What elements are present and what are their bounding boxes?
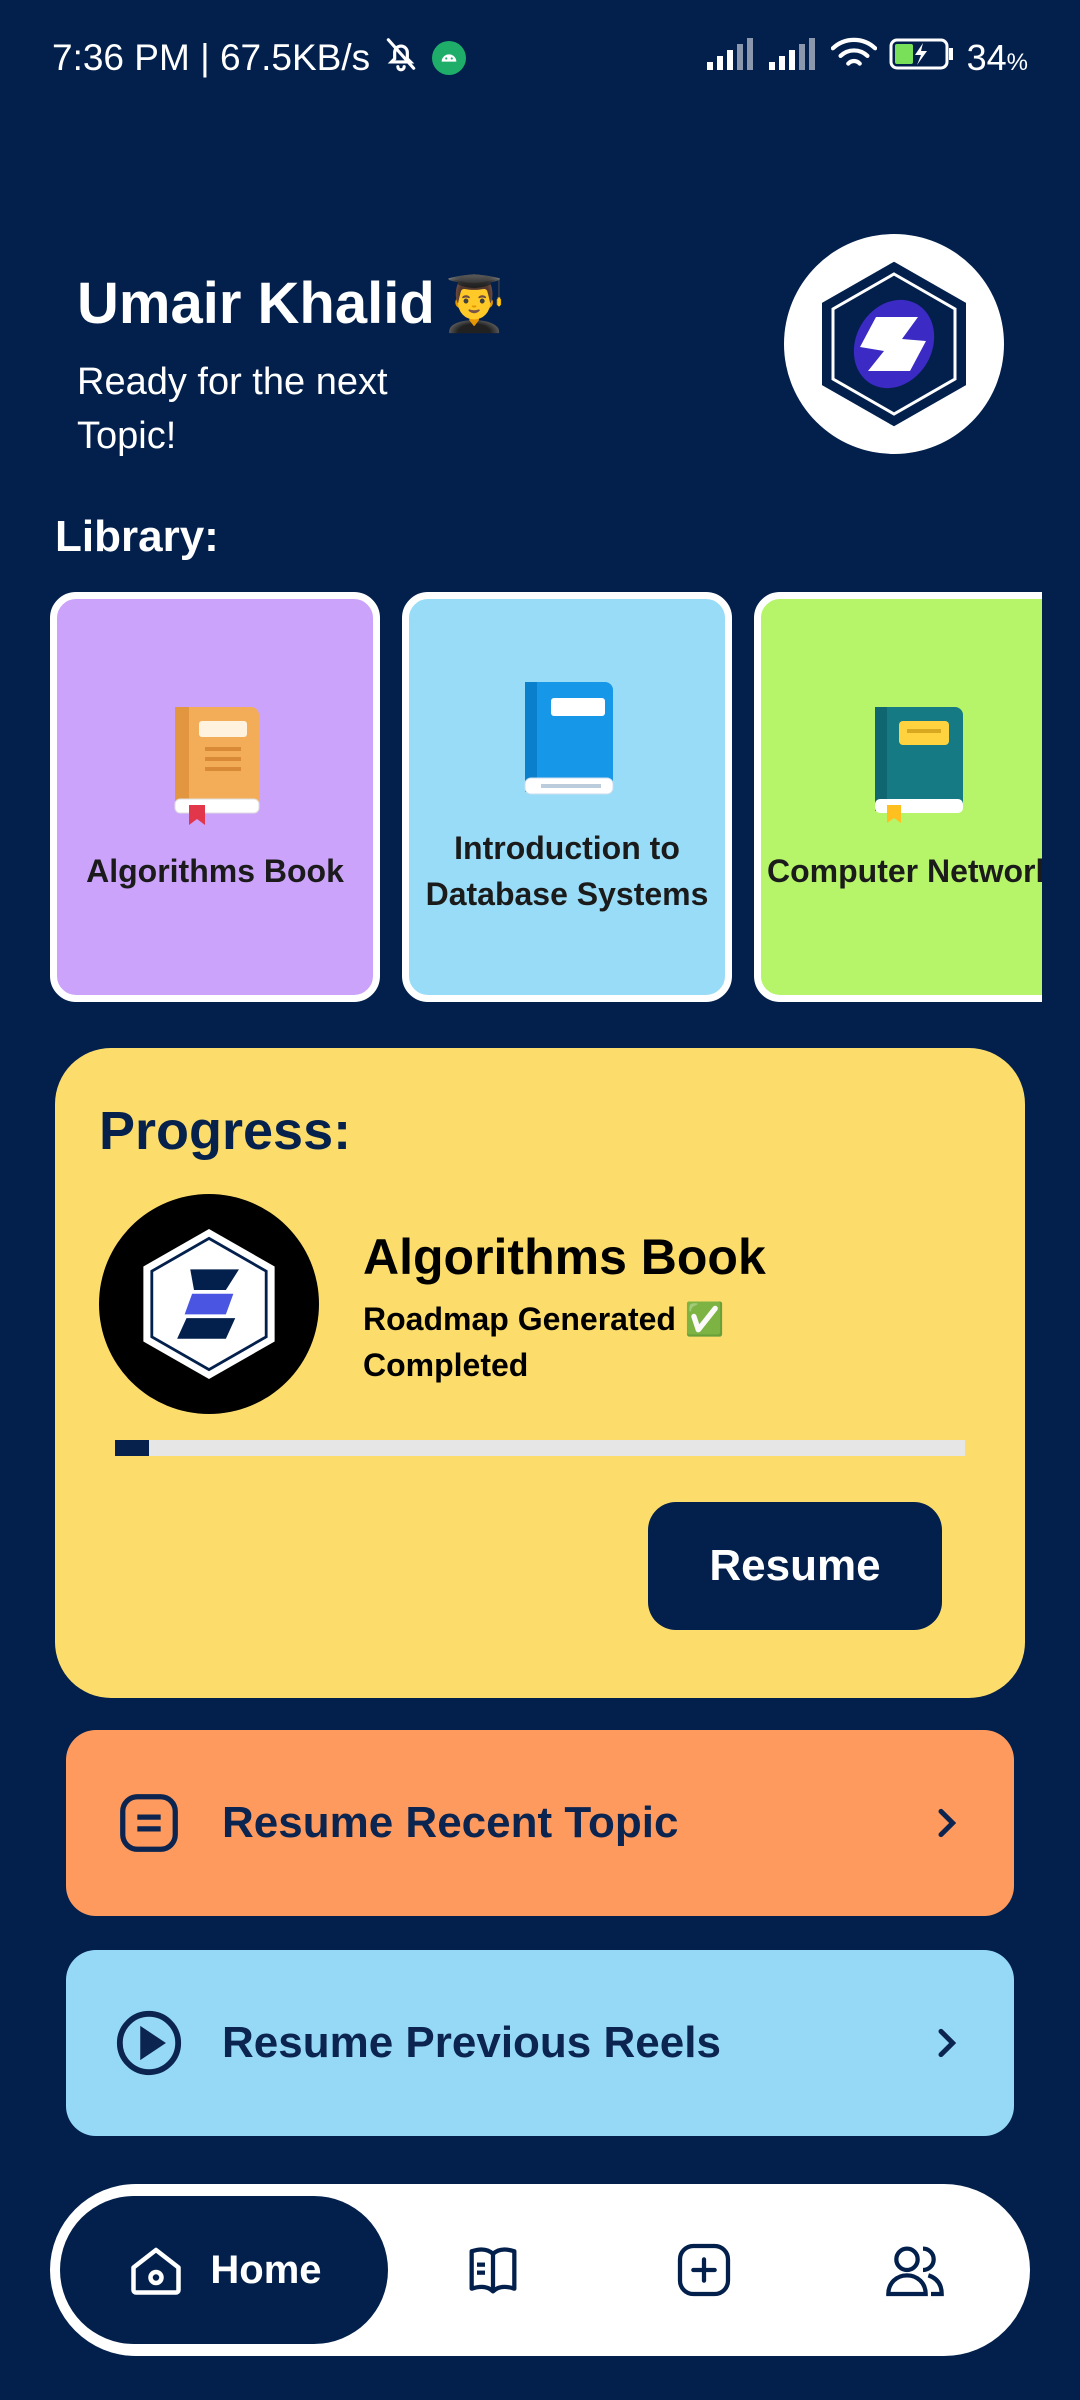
greeting-subtitle: Ready for the next Topic! <box>77 361 388 457</box>
nav-add[interactable] <box>599 2196 810 2344</box>
library-book-card[interactable]: Introduction to Database Systems <box>402 592 732 1002</box>
greeting: Umair Khalid 👨‍🎓 Ready for the next Topi… <box>77 270 508 463</box>
progress-bar-fill <box>115 1440 149 1456</box>
battery-icon <box>889 37 955 80</box>
nav-library[interactable] <box>388 2196 599 2344</box>
add-square-icon <box>677 2243 731 2297</box>
book-open-icon <box>469 2247 517 2294</box>
progress-book-title: Algorithms Book <box>363 1229 766 1285</box>
resume-previous-reels-button[interactable]: Resume Previous Reels <box>66 1950 1014 2136</box>
profile-avatar[interactable] <box>784 234 1004 454</box>
android-icon <box>432 41 467 75</box>
resume-recent-topic-button[interactable]: Resume Recent Topic <box>66 1730 1014 1916</box>
status-roadmap: Roadmap Generated ✅ <box>363 1301 725 1337</box>
teal-book-icon <box>869 701 969 830</box>
progress-label: Progress: <box>99 1101 352 1161</box>
orange-book-icon <box>165 701 265 830</box>
book-title: Algorithms Book <box>86 852 344 889</box>
progress-bar <box>115 1440 965 1456</box>
book-title: Computer Networks <box>767 852 1042 889</box>
status-completed: Completed <box>363 1347 529 1383</box>
library-book-card[interactable]: Computer Networks <box>754 592 1042 1002</box>
student-emoji-icon: 👨‍🎓 <box>440 271 508 335</box>
users-icon <box>885 2246 944 2297</box>
mute-bell-icon <box>382 35 420 82</box>
signal-icon-2 <box>768 37 819 79</box>
progress-status: Roadmap Generated ✅ Completed <box>363 1296 725 1388</box>
wifi-icon <box>830 36 877 81</box>
blue-book-icon <box>517 678 617 807</box>
resume-button[interactable]: Resume <box>648 1502 942 1630</box>
library-carousel[interactable]: Algorithms Book Introduction to Database… <box>48 592 1042 1004</box>
user-name: Umair Khalid <box>77 271 435 336</box>
progress-card: Progress: Algorithms Book Roadmap Genera… <box>55 1048 1025 1698</box>
play-circle-icon <box>116 2010 182 2076</box>
chevron-right-icon <box>938 1808 957 1838</box>
status-left: 7:36 PM | 67.5KB/s <box>52 35 467 82</box>
resume-previous-reels-label: Resume Previous Reels <box>222 2018 721 2067</box>
resume-recent-topic-label: Resume Recent Topic <box>222 1798 679 1847</box>
library-label: Library: <box>55 512 219 561</box>
nav-home[interactable]: Home <box>60 2196 388 2344</box>
note-icon <box>120 1794 178 1852</box>
library-book-card[interactable]: Algorithms Book <box>50 592 380 1002</box>
nav-community[interactable] <box>809 2196 1020 2344</box>
signal-icon <box>706 37 757 79</box>
home-icon <box>131 2247 182 2295</box>
book-title: Introduction to Database Systems <box>425 829 709 912</box>
status-time-speed: 7:36 PM | 67.5KB/s <box>52 37 371 78</box>
status-right: 34% <box>706 36 1028 81</box>
nav-home-label: Home <box>210 2247 322 2292</box>
app-logo-icon <box>822 261 966 427</box>
status-bar: 7:36 PM | 67.5KB/s 34% <box>0 0 1080 116</box>
bottom-nav: Home <box>50 2184 1030 2356</box>
battery-percentage: 34% <box>966 37 1028 78</box>
app-logo-icon <box>143 1229 275 1379</box>
user-name-line: Umair Khalid 👨‍🎓 <box>77 270 508 337</box>
book-logo <box>99 1194 319 1414</box>
chevron-right-icon <box>938 2028 957 2058</box>
